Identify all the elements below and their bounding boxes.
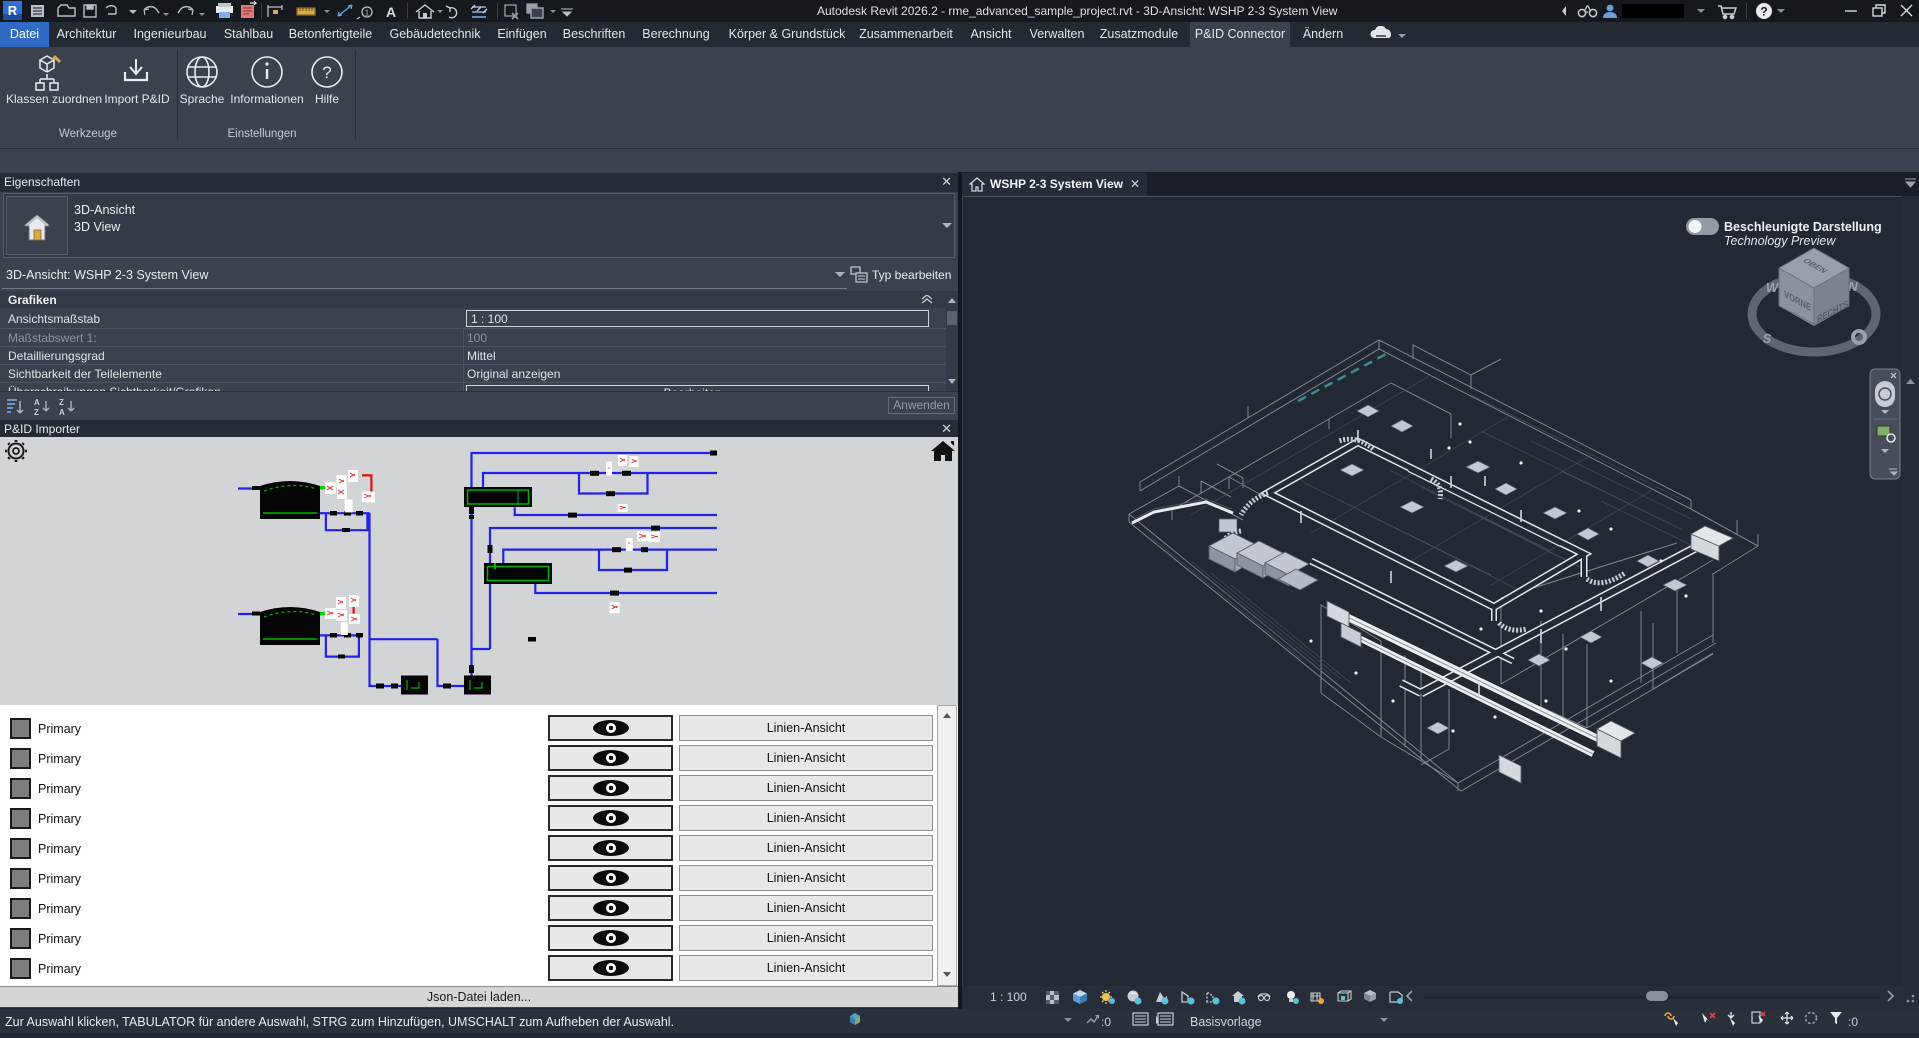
svg-text:R: R [8,3,18,18]
svg-text:A: A [34,398,40,407]
svg-text:A: A [59,408,65,417]
svg-text:Zur Auswahl klicken, TABULATOR: Zur Auswahl klicken, TABULATOR für ander… [5,1015,674,1029]
svg-text:S: S [1763,331,1772,346]
svg-text::0: :0 [1101,1015,1111,1029]
svg-text:W: W [1766,280,1780,295]
svg-text:?: ? [322,63,331,82]
svg-text:1 : 100: 1 : 100 [990,990,1027,1004]
svg-text:Z: Z [34,408,39,417]
svg-text:?: ? [1760,5,1767,19]
svg-text:Beschleunigte Darstellung: Beschleunigte Darstellung [1724,220,1882,234]
svg-text:Z: Z [59,398,64,407]
svg-text:1: 1 [365,9,370,18]
svg-text::0: :0 [1848,1015,1858,1029]
svg-text:Technology Preview: Technology Preview [1724,234,1836,248]
svg-text:Basisvorlage: Basisvorlage [1190,1015,1262,1029]
svg-text:N: N [1848,279,1858,294]
svg-text:A: A [386,4,396,20]
